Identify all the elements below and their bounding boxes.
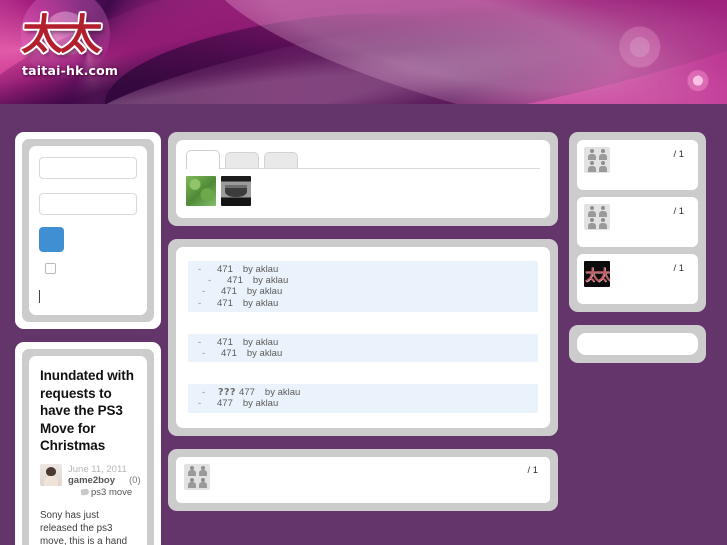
tag-icon [80,487,90,496]
site-logo-thumbnail-glyphs: 太太 [584,265,610,284]
article-author[interactable]: game2boy [68,475,115,486]
right-card-3-count: / 1 [673,263,684,274]
post-row[interactable]: - 471 by aklau [188,337,538,348]
post-row-number: 477 [239,387,255,399]
tab-2[interactable] [225,152,259,169]
left-sidebar: Inundated with requests to have the PS3 … [15,132,161,545]
article-comment-count[interactable]: (0) [129,475,141,486]
post-group: - ??? 477 by aklau - 477 by aklau [188,384,538,413]
tabs-module [168,132,558,226]
password-input[interactable] [39,193,137,215]
article-excerpt: Sony has just released the ps3 move, thi… [40,510,128,545]
post-row-dash: - [202,387,206,399]
tab-bar [186,149,540,169]
group-placeholder-icon [584,204,610,230]
page-root: 太太 taitai-hk.com Inundated with requests… [0,0,727,545]
article-meta: June 11, 2011 game2boy (0) ps3 move [40,463,141,499]
post-row[interactable]: - 477 by aklau [188,398,538,409]
post-row[interactable]: - 471 by aklau [188,275,538,286]
post-row-author[interactable]: by aklau [243,264,278,275]
right-cards-module: / 1 / 1 太太 / 1 [569,132,706,312]
article-title[interactable]: Inundated with requests to have the PS3 … [40,367,137,455]
tab-1[interactable] [186,150,220,169]
group-placeholder-icon [584,147,610,173]
article-tag-row[interactable]: ps3 move [80,487,141,499]
post-row-author[interactable]: by aklau [243,298,278,309]
bottom-card-module: / 1 [168,448,558,511]
site-logo-glyphs: 太太 [20,10,100,59]
post-row-author[interactable]: by aklau [247,348,282,359]
group-placeholder-icon [184,463,210,490]
post-row-number: 471 [227,275,243,287]
bottom-card-count: / 1 [527,464,538,476]
post-row[interactable]: - 471 by aklau [188,264,538,275]
right-sidebar: / 1 / 1 太太 / 1 [569,132,706,376]
author-avatar [40,463,62,486]
cooking-pan-thumbnail[interactable] [221,176,251,206]
main-content: - 471 by aklau - 471 by aklau - 471 by a… [168,132,558,524]
right-card-3[interactable]: 太太 / 1 [577,254,698,304]
tabs-panel [176,140,550,218]
site-logo-url: taitai-hk.com [22,63,119,78]
site-banner: 太太 taitai-hk.com [0,0,727,112]
article-module: Inundated with requests to have the PS3 … [15,342,161,545]
login-form [29,146,147,315]
post-row-author[interactable]: by aklau [243,398,278,409]
remember-me-checkbox[interactable] [45,263,56,274]
post-row[interactable]: - 471 by aklau [188,348,538,359]
site-logo-thumbnail: 太太 [584,261,610,287]
post-row-author[interactable]: by aklau [265,387,300,398]
article-date: June 11, 2011 [68,463,127,475]
right-card-2[interactable]: / 1 [577,197,698,247]
article-module-inner: Inundated with requests to have the PS3 … [22,349,154,545]
article-card: Inundated with requests to have the PS3 … [29,356,147,545]
post-group: - 471 by aklau - 471 by aklau [188,333,538,363]
post-row-number: 471 [217,264,233,275]
login-text-caret [39,290,41,303]
login-module-inner [22,139,154,322]
right-widget-module [569,325,706,363]
login-submit-button[interactable] [39,227,64,252]
tab-3[interactable] [264,152,298,169]
post-row[interactable]: - ??? 477 by aklau [188,387,538,398]
post-row-dash: - [198,297,202,309]
post-group: - 471 by aklau - 471 by aklau - 471 by a… [188,261,538,312]
site-logo[interactable]: 太太 taitai-hk.com [20,10,142,96]
right-card-1-count: / 1 [673,149,684,160]
post-row-number: 477 [217,398,233,410]
post-row[interactable]: - 471 by aklau [188,298,538,309]
page-body: Inundated with requests to have the PS3 … [0,112,727,545]
vegetables-thumbnail[interactable] [186,176,216,206]
post-row-number: 471 [217,336,233,348]
post-row[interactable]: - 471 by aklau [188,286,538,297]
post-row-dash: - [198,264,202,275]
post-row-cjk: ??? [218,387,237,399]
login-module [15,132,161,329]
article-meta-lines: June 11, 2011 game2boy (0) ps3 move [68,464,141,499]
article-author-row: game2boy (0) [68,475,141,487]
right-empty-widget[interactable] [577,333,698,355]
post-row-number: 471 [221,348,237,360]
tab-bar-divider [186,168,540,169]
banner-bottom-strip [0,104,727,112]
post-row-dash: - [202,348,206,360]
right-card-1[interactable]: / 1 [577,140,698,190]
post-row-dash: - [198,336,202,348]
post-row-number: 471 [221,286,237,298]
post-row-number: 471 [217,297,233,309]
post-list-panel: - 471 by aklau - 471 by aklau - 471 by a… [176,247,550,428]
post-row-author[interactable]: by aklau [243,337,278,348]
post-row-dash: - [208,275,212,287]
post-list-module: - 471 by aklau - 471 by aklau - 471 by a… [168,239,558,436]
remember-me-row[interactable] [39,261,137,279]
post-row-author[interactable]: by aklau [253,275,288,286]
username-input[interactable] [39,157,137,179]
post-row-dash: - [202,286,206,298]
post-row-dash: - [198,398,202,410]
article-tag[interactable]: ps3 move [91,487,132,498]
bottom-entry-card[interactable]: / 1 [176,456,550,503]
thumbnail-strip [186,169,540,206]
post-row-author[interactable]: by aklau [247,286,282,297]
right-card-2-count: / 1 [673,206,684,217]
